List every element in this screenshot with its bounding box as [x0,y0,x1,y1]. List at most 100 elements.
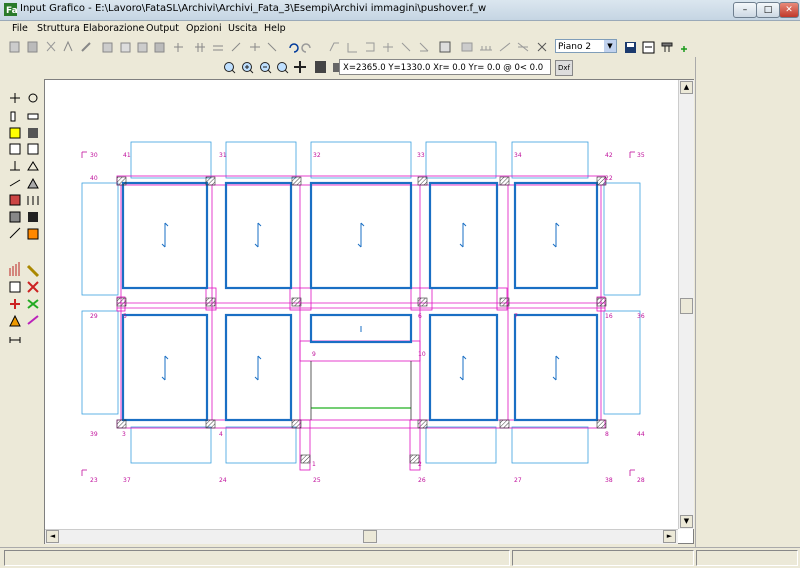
balcony-slab [225,426,297,464]
coord-readout: X=2365.0 Y=1330.0 Xr= 0.0 Yr= 0.0 @ 0< 0… [339,59,551,75]
horizontal-scrollbar[interactable]: ◄ ► [45,529,678,544]
mesh-icon[interactable] [9,211,21,223]
title-bar: Fa Input Grafico - E:\Lavoro\FataSL\Arch… [0,0,800,21]
column [499,176,510,186]
delete-icon[interactable] [27,281,39,293]
cross-green-icon[interactable] [27,299,39,309]
menu-output[interactable]: Output [146,23,179,34]
zoom-all-icon[interactable] [277,62,289,74]
column [596,297,607,307]
node-label: 41 [123,152,131,159]
zoom-in-icon[interactable] [242,62,254,74]
floor-plan: 30 41 31 32 33 34 42 3540 2229 16 369 1039 3 4 8 4423 37… [81,141,645,484]
balcony-slab [225,141,297,179]
node-label: 44 [637,431,645,438]
wall-icon[interactable] [9,143,21,155]
chart-icon[interactable] [9,262,20,276]
node-label: 34 [514,152,522,159]
app-icon: Fa [4,3,17,16]
column [499,419,510,429]
beam-icon[interactable] [27,113,39,120]
column [116,419,127,429]
table-icon[interactable] [27,143,39,155]
vertical-scroll-thumb[interactable] [680,298,693,314]
node-add-icon[interactable] [10,93,20,103]
column [596,419,607,429]
menu-file[interactable]: File [12,23,28,34]
slab-list-icon[interactable] [28,128,38,138]
node-label: 26 [418,477,426,484]
balcony-slab [425,141,497,179]
block-icon[interactable] [28,212,38,222]
node-select-icon[interactable] [28,93,38,103]
balcony-slab [310,141,412,179]
node-label: 5 [123,313,127,320]
node-label: 32 [313,152,321,159]
close-button[interactable]: ✕ [779,2,799,18]
node-label: 31 [219,152,227,159]
node-label: 8 [605,431,609,438]
column [291,176,302,186]
menu-elaborazione[interactable]: Elaborazione [83,23,144,34]
slab-icon[interactable] [9,127,21,139]
print-preview-icon[interactable] [315,61,326,73]
pan-icon[interactable] [294,61,306,73]
column [205,419,216,429]
maximize-button[interactable]: □ [756,2,780,18]
scroll-up-button[interactable]: ▲ [680,81,693,94]
status-segment-main [4,550,510,566]
frame-icon[interactable] [9,194,21,206]
cross-icon[interactable] [10,299,20,309]
pencil-icon[interactable] [27,315,39,325]
scroll-down-button[interactable]: ▼ [680,515,693,528]
menu-help[interactable]: Help [264,23,286,34]
scroll-right-button[interactable]: ► [663,530,676,543]
node-label: 36 [637,313,645,320]
node-label: 24 [219,477,227,484]
node-label: 37 [123,477,131,484]
floor-select[interactable]: Piano 2 ▼ [555,39,617,53]
zoom-window-icon[interactable] [224,62,236,74]
node-label: 27 [514,477,522,484]
node-label: 23 [90,477,98,484]
node-label: 7 [514,313,518,320]
support-icon[interactable] [27,161,39,171]
menu-struttura[interactable]: Struttura [37,23,80,34]
vertical-scrollbar[interactable]: ▲ ▼ [678,80,694,529]
balcony-slab [425,426,497,464]
dxf-button[interactable]: Dxf [555,60,573,76]
piles-icon[interactable] [27,196,39,205]
node-label: 22 [605,175,613,182]
svg-text:Fa: Fa [6,6,17,16]
horizontal-scroll-thumb[interactable] [363,530,377,543]
node-label: 29 [90,313,98,320]
drawing-canvas[interactable]: 30 41 31 32 33 34 42 35 40 22 29 16 36 9 10 39 3 4 8 44 23 37… [44,79,694,544]
status-bar [0,547,800,568]
stair-icon[interactable] [9,179,21,187]
menu-uscita[interactable]: Uscita [228,23,257,34]
menu-bar: File Struttura Elaborazione Output Opzio… [0,21,800,37]
scroll-left-button[interactable]: ◄ [46,530,59,543]
chevron-down-icon: ▼ [604,40,616,52]
dimension-icon[interactable] [9,337,21,343]
check-icon[interactable] [9,281,21,293]
spring-icon[interactable] [9,227,21,239]
load-icon[interactable] [27,177,39,189]
column [417,176,428,186]
node-label: 40 [90,175,98,182]
minimize-button[interactable]: – [733,2,757,18]
layers-icon[interactable] [27,228,39,240]
column-icon[interactable] [10,111,16,122]
foundation-icon[interactable] [10,161,20,171]
status-segment-2 [512,550,694,566]
column [291,297,302,307]
balcony-slab [603,310,641,415]
node-label: 28 [637,477,645,484]
main-toolbar: Piano 2 ▼ [0,38,800,57]
menu-opzioni[interactable]: Opzioni [186,23,222,34]
node-label: 2 [418,461,422,468]
node-label: 25 [313,477,321,484]
tool-icon[interactable] [26,264,40,278]
warning-icon[interactable] [9,314,21,327]
node-label: 10 [418,351,426,358]
